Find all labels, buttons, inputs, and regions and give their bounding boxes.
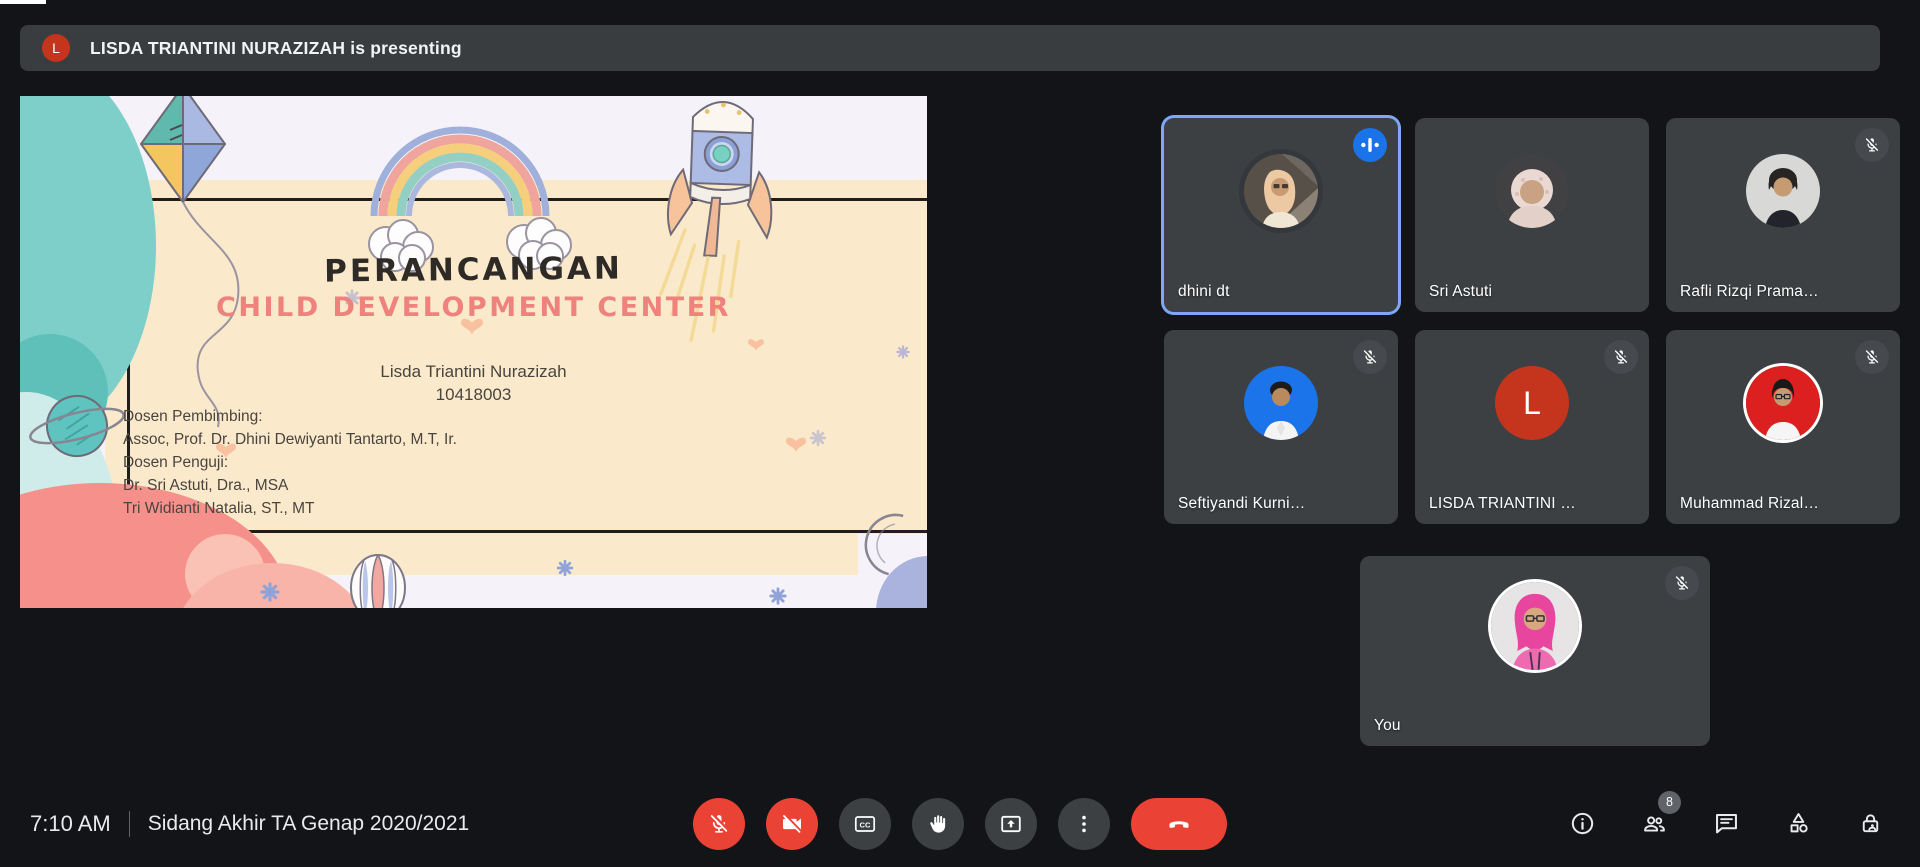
mic-off-badge (1353, 340, 1387, 374)
bottom-bar: 7:10 AM Sidang Akhir TA Genap 2020/2021 … (0, 780, 1920, 867)
avatar (1244, 366, 1318, 440)
participant-name: dhini dt (1178, 283, 1230, 301)
participant-name: LISDA TRIANTINI … (1429, 495, 1576, 513)
advisor-name: Assoc, Prof. Dr. Dhini Dewiyanti Tantart… (123, 428, 457, 451)
participant-count-badge: 8 (1658, 791, 1681, 814)
avatar (1746, 366, 1820, 440)
meet-window: L LISDA TRIANTINI NURAZIZAH is presentin… (0, 0, 1920, 867)
presenting-banner: L LISDA TRIANTINI NURAZIZAH is presentin… (20, 25, 1880, 71)
participant-tile-lisda[interactable]: L LISDA TRIANTINI … (1415, 330, 1649, 524)
examiner-2: Tri Widianti Natalia, ST., MT (123, 497, 457, 520)
participant-name: You (1374, 717, 1401, 735)
people-button[interactable]: 8 (1634, 804, 1674, 844)
slide-card-corner (858, 534, 927, 608)
mic-off-badge (1604, 340, 1638, 374)
presenting-banner-text: LISDA TRIANTINI NURAZIZAH is presenting (90, 38, 462, 59)
raise-hand-button[interactable] (912, 798, 964, 850)
participant-tile-seftiyandi[interactable]: Seftiyandi Kurni… (1164, 330, 1398, 524)
avatar (1491, 582, 1579, 670)
mic-off-badge (1855, 340, 1889, 374)
participant-tile-dhini[interactable]: dhini dt (1164, 118, 1398, 312)
more-options-button[interactable] (1058, 798, 1110, 850)
camera-toggle-button[interactable] (766, 798, 818, 850)
participant-tile-you[interactable]: You (1360, 556, 1710, 746)
examiner-1: Dr. Sri Astuti, Dra., MSA (123, 474, 457, 497)
info-button[interactable] (1562, 804, 1602, 844)
slide-committee-block: Dosen Pembimbing: Assoc, Prof. Dr. Dhini… (123, 405, 457, 520)
participant-tile-sri-astuti[interactable]: Sri Astuti (1415, 118, 1649, 312)
slide-presenter-id: 10418003 (20, 385, 927, 405)
slide-subtitle: CHILD DEVELOPMENT CENTER (20, 292, 927, 323)
mic-toggle-button[interactable] (693, 798, 745, 850)
meeting-name: Sidang Akhir TA Genap 2020/2021 (148, 812, 469, 836)
avatar (1495, 154, 1569, 228)
meeting-info: 7:10 AM Sidang Akhir TA Genap 2020/2021 (30, 780, 469, 867)
slide-presenter-name: Lisda Triantini Nurazizah (20, 362, 927, 382)
cc-label: CC (860, 820, 871, 829)
present-screen-button[interactable] (985, 798, 1037, 850)
audio-level-indicator (1353, 128, 1387, 162)
end-call-button[interactable] (1131, 798, 1227, 850)
examiner-label: Dosen Penguji: (123, 451, 457, 474)
activities-button[interactable] (1778, 804, 1818, 844)
avatar: L (1495, 366, 1569, 440)
call-controls: CC (693, 780, 1227, 867)
chat-button[interactable] (1706, 804, 1746, 844)
participant-tile-rafli[interactable]: Rafli Rizqi Prama… (1666, 118, 1900, 312)
host-controls-button[interactable] (1850, 804, 1890, 844)
advisor-label: Dosen Pembimbing: (123, 405, 457, 428)
clock: 7:10 AM (30, 811, 111, 837)
mic-off-badge (1665, 566, 1699, 600)
avatar (1746, 154, 1820, 228)
window-artifact (0, 0, 46, 4)
participant-name: Muhammad Rizal… (1680, 495, 1819, 513)
meeting-panels: 8 (1562, 780, 1890, 867)
avatar (1244, 154, 1318, 228)
participant-name: Sri Astuti (1429, 283, 1492, 301)
participant-name: Seftiyandi Kurni… (1178, 495, 1305, 513)
divider (129, 811, 130, 837)
mic-off-badge (1855, 128, 1889, 162)
participant-tile-muhammad[interactable]: Muhammad Rizal… (1666, 330, 1900, 524)
presentation-area[interactable]: PERANCANGAN CHILD DEVELOPMENT CENTER Lis… (20, 96, 927, 608)
presenter-avatar: L (42, 34, 70, 62)
participant-name: Rafli Rizqi Prama… (1680, 283, 1819, 301)
captions-button[interactable]: CC (839, 798, 891, 850)
